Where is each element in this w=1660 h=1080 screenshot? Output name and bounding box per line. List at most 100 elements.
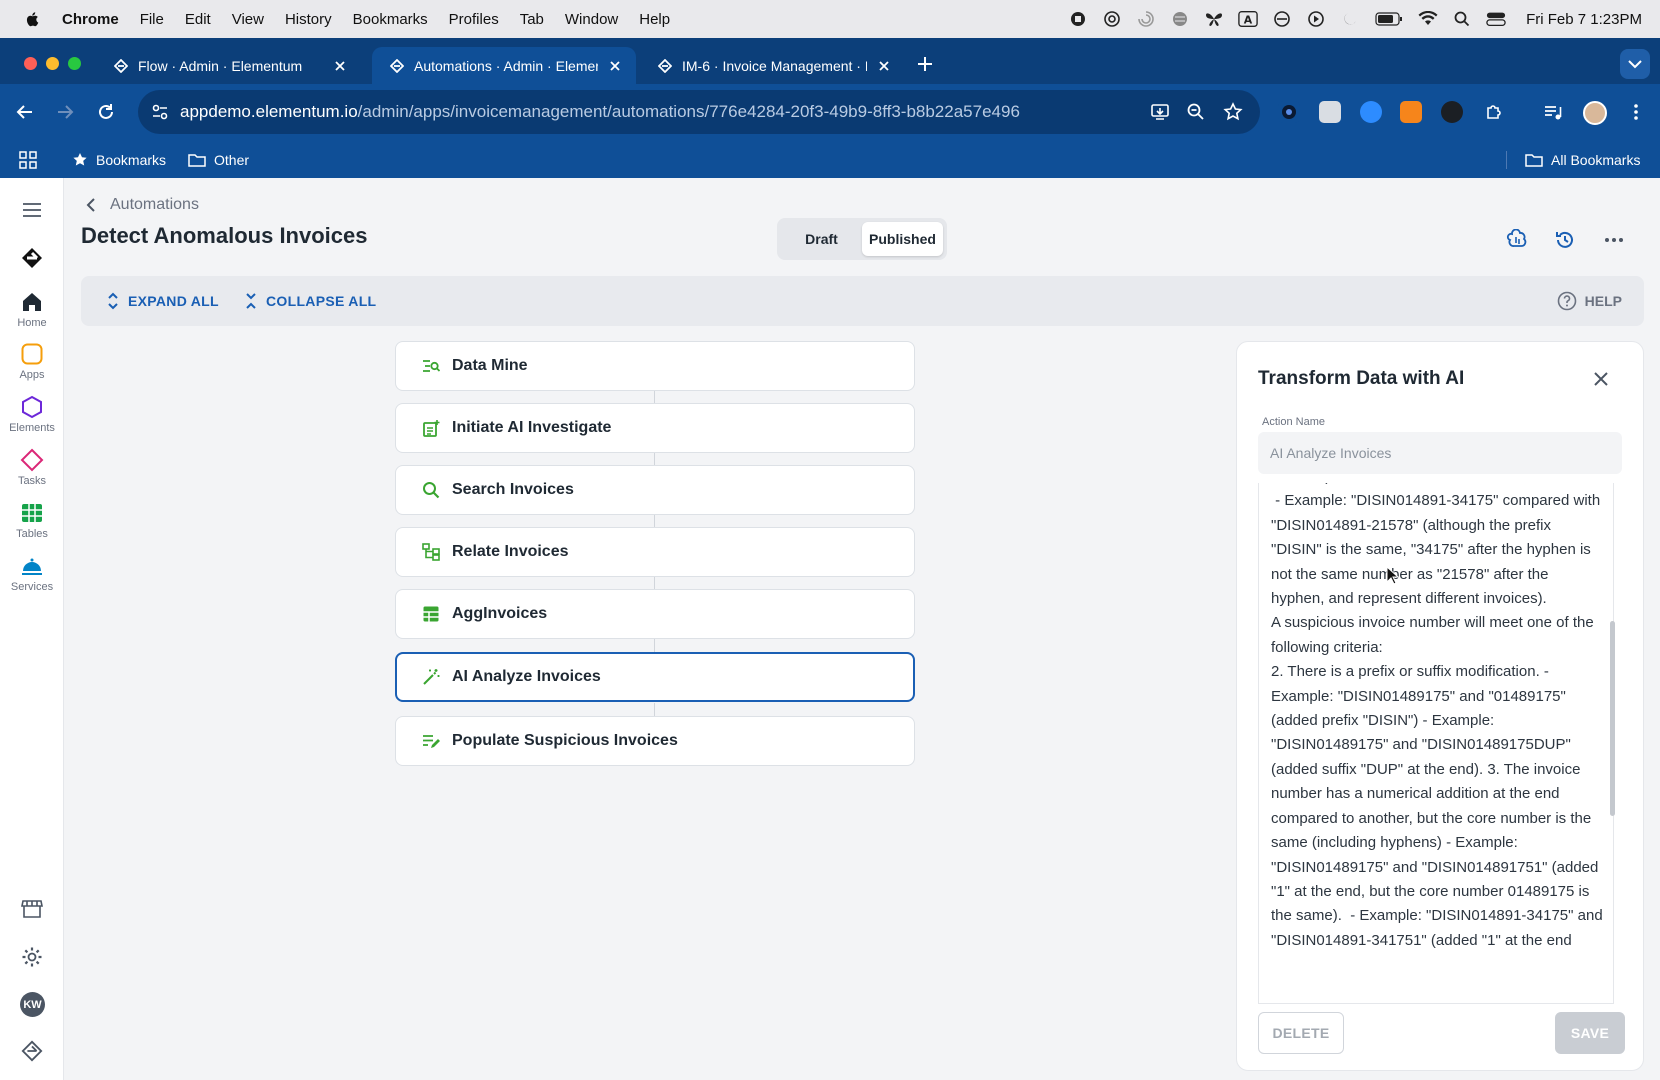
- prompt-text: invoices). - Example: "DISIN014891-34175…: [1271, 483, 1603, 949]
- sidebar-item-tables[interactable]: Tables: [0, 501, 64, 540]
- install-app-icon[interactable]: [1150, 102, 1170, 122]
- extension-gear-icon[interactable]: [1278, 101, 1300, 123]
- extensions-puzzle-icon[interactable]: [1484, 102, 1504, 122]
- extension-card-icon[interactable]: [1319, 101, 1341, 123]
- site-settings-icon[interactable]: [150, 102, 170, 122]
- step-connector: [654, 703, 655, 717]
- metamask-icon[interactable]: [1400, 101, 1422, 123]
- step-data-mine[interactable]: Data Mine: [395, 341, 915, 391]
- close-tab-icon[interactable]: [877, 59, 891, 73]
- apps-grid-icon[interactable]: [19, 142, 37, 178]
- minimize-window-button[interactable]: [46, 57, 59, 70]
- other-label: Other: [214, 152, 250, 168]
- menu-history[interactable]: History: [285, 11, 332, 28]
- input-source-icon[interactable]: A: [1238, 10, 1258, 28]
- step-populate-suspicious-invoices[interactable]: Populate Suspicious Invoices: [395, 716, 915, 766]
- action-name-field[interactable]: AI Analyze Invoices: [1258, 432, 1622, 474]
- browser-tab-flow[interactable]: Flow · Admin · Elementum: [96, 47, 361, 84]
- circle-slash-icon[interactable]: [1272, 10, 1292, 28]
- prompt-textarea[interactable]: invoices). - Example: "DISIN014891-34175…: [1258, 483, 1614, 1004]
- maximize-window-button[interactable]: [68, 57, 81, 70]
- store-icon[interactable]: [21, 899, 43, 919]
- openai-icon[interactable]: [1102, 10, 1122, 28]
- elementum-logo-icon[interactable]: [20, 246, 44, 270]
- close-tab-icon[interactable]: [333, 59, 347, 73]
- spotlight-search-icon[interactable]: [1452, 10, 1472, 28]
- history-icon[interactable]: [1554, 229, 1576, 251]
- sidebar-item-elements[interactable]: Elements: [0, 395, 64, 434]
- menu-profiles[interactable]: Profiles: [449, 11, 499, 28]
- menubar-clock[interactable]: Fri Feb 7 1:23PM: [1526, 11, 1642, 28]
- new-tab-plus-icon[interactable]: [915, 54, 935, 74]
- collapse-all-button[interactable]: COLLAPSE ALL: [246, 276, 376, 326]
- wifi-icon[interactable]: [1418, 10, 1438, 28]
- zoom-extension-icon[interactable]: [1360, 101, 1382, 123]
- butterfly-icon[interactable]: [1204, 10, 1224, 28]
- browser-tab-automations[interactable]: Automations · Admin · Elementum: [372, 47, 636, 84]
- menu-help[interactable]: Help: [639, 11, 670, 28]
- close-tab-icon[interactable]: [608, 59, 622, 73]
- forward-arrow-icon[interactable]: [55, 102, 75, 122]
- sidebar-item-label: Services: [10, 581, 54, 593]
- spiral-icon[interactable]: [1136, 10, 1156, 28]
- menu-view[interactable]: View: [232, 11, 264, 28]
- sidebar-item-services[interactable]: Services: [0, 554, 64, 593]
- step-label: Search Invoices: [452, 481, 574, 498]
- sidebar-item-apps[interactable]: Apps: [0, 342, 64, 381]
- settings-gear-icon[interactable]: [21, 946, 43, 968]
- ai-brain-icon[interactable]: [1506, 229, 1528, 251]
- moon-icon[interactable]: [1340, 10, 1360, 28]
- chrome-menu-icon[interactable]: [1626, 102, 1646, 122]
- reload-icon[interactable]: [96, 102, 116, 122]
- control-center-icon[interactable]: [1486, 10, 1506, 28]
- magic-wand-icon: [423, 669, 440, 685]
- menu-bookmarks[interactable]: Bookmarks: [353, 11, 428, 28]
- menu-window[interactable]: Window: [565, 11, 618, 28]
- bookmark-star-icon[interactable]: [1223, 102, 1243, 122]
- media-controls-icon[interactable]: [1543, 102, 1563, 122]
- sidebar-item-home[interactable]: Home: [0, 290, 64, 329]
- play-circle-icon[interactable]: [1306, 10, 1326, 28]
- star-icon: [73, 153, 87, 166]
- back-arrow-icon[interactable]: [15, 102, 35, 122]
- zoom-icon[interactable]: [1186, 102, 1206, 122]
- step-ai-analyze-invoices[interactable]: AI Analyze Invoices: [395, 652, 915, 702]
- sidebar-item-tasks[interactable]: Tasks: [0, 448, 64, 487]
- user-avatar[interactable]: KW: [20, 992, 45, 1017]
- all-bookmarks-folder[interactable]: All Bookmarks: [1525, 142, 1640, 178]
- profile-avatar[interactable]: [1583, 101, 1607, 125]
- extension-dots-icon[interactable]: [1441, 101, 1463, 123]
- step-relate-invoices[interactable]: Relate Invoices: [395, 527, 915, 577]
- elementum-footer-logo-icon[interactable]: [21, 1040, 43, 1062]
- battery-icon[interactable]: [1374, 10, 1404, 28]
- globe-icon[interactable]: [1170, 10, 1190, 28]
- record-icon[interactable]: [1068, 10, 1088, 28]
- published-option[interactable]: Published: [862, 222, 943, 256]
- menu-tab[interactable]: Tab: [520, 11, 544, 28]
- menu-chrome[interactable]: Chrome: [62, 11, 119, 28]
- step-agginvoices[interactable]: AggInvoices: [395, 589, 915, 639]
- draft-option[interactable]: Draft: [781, 222, 862, 256]
- tab-search-button[interactable]: [1620, 49, 1650, 79]
- bookmarks-folder[interactable]: Bookmarks: [72, 142, 166, 178]
- ai-investigate-icon: [423, 420, 440, 437]
- step-label: Populate Suspicious Invoices: [452, 732, 678, 749]
- menu-file[interactable]: File: [140, 11, 164, 28]
- expand-all-button[interactable]: EXPAND ALL: [108, 276, 219, 326]
- browser-tab-invoice-management[interactable]: IM-6 · Invoice Management · Elementum: [640, 47, 905, 84]
- help-button[interactable]: HELP: [1557, 276, 1622, 326]
- hamburger-menu-icon[interactable]: [22, 202, 42, 218]
- more-options-icon[interactable]: [1603, 229, 1625, 251]
- menu-edit[interactable]: Edit: [185, 11, 211, 28]
- step-search-invoices[interactable]: Search Invoices: [395, 465, 915, 515]
- step-initiate-ai-investigate[interactable]: Initiate AI Investigate: [395, 403, 915, 453]
- save-button[interactable]: SAVE: [1555, 1012, 1625, 1054]
- other-bookmarks-folder[interactable]: Other: [188, 142, 249, 178]
- breadcrumb-back-link[interactable]: Automations: [86, 196, 199, 214]
- address-bar[interactable]: appdemo.elementum.io/admin/apps/invoicem…: [138, 90, 1260, 134]
- close-icon[interactable]: [1591, 369, 1611, 389]
- close-window-button[interactable]: [24, 57, 37, 70]
- prompt-scrollbar[interactable]: [1610, 621, 1615, 816]
- delete-button[interactable]: DELETE: [1258, 1012, 1344, 1054]
- apple-logo-icon[interactable]: [24, 10, 42, 28]
